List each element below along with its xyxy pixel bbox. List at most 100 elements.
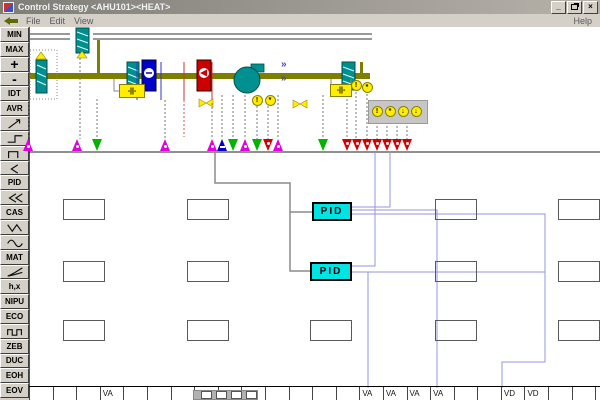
shift-icon: [4, 191, 26, 204]
sensor-icon[interactable]: !: [351, 80, 362, 91]
io-block-panel[interactable]: [193, 390, 258, 400]
toolbar-button-square-wave[interactable]: [0, 324, 29, 339]
placeholder-block[interactable]: [187, 199, 229, 220]
io-cell[interactable]: [312, 387, 336, 400]
toolbar-button-enthalpy[interactable]: h,x: [0, 279, 29, 294]
placeholder-block[interactable]: [187, 261, 229, 282]
restore-icon: [571, 4, 578, 10]
block-toolbar: MINMAX+-IDTAVRPIDCASMATh,xNIPUECOZEBDUCE…: [0, 27, 29, 398]
io-cell-va[interactable]: VA: [100, 387, 124, 400]
menu-edit[interactable]: Edit: [50, 16, 66, 26]
placeholder-block[interactable]: [435, 261, 477, 282]
io-cell[interactable]: [477, 387, 501, 400]
valve-actuator-box[interactable]: -||-: [119, 84, 145, 98]
toolbar-button-eco[interactable]: ECO: [0, 309, 29, 324]
toolbar-button-idt[interactable]: IDT: [0, 86, 29, 101]
io-cell-va[interactable]: VA: [407, 387, 431, 400]
toolbar-button-zeb[interactable]: ZEB: [0, 339, 29, 354]
connector-red-down[interactable]: [402, 139, 413, 151]
connector-magenta-up[interactable]: [240, 139, 251, 151]
connector-magenta-up[interactable]: [23, 139, 34, 151]
io-cell[interactable]: [289, 387, 313, 400]
connector-blue-up[interactable]: [217, 139, 228, 151]
connector-green-down[interactable]: [92, 139, 103, 151]
menu-help[interactable]: Help: [573, 16, 592, 26]
toolbar-button-shift[interactable]: [0, 190, 29, 205]
toolbar-button-compare[interactable]: [0, 161, 29, 176]
triangle-dot: [356, 142, 359, 145]
connector-green-down[interactable]: [228, 139, 239, 151]
toolbar-button-fan-curve[interactable]: [0, 265, 29, 280]
toolbar-button-eov[interactable]: EOV: [0, 383, 29, 398]
triangle-dot: [76, 145, 79, 148]
triangle-dot: [366, 142, 369, 145]
connector-magenta-up[interactable]: [273, 139, 284, 151]
placeholder-block[interactable]: [63, 320, 105, 341]
placeholder-block[interactable]: [435, 320, 477, 341]
toolbar-button-ramp[interactable]: [0, 116, 29, 131]
connector-green-down[interactable]: [318, 139, 329, 151]
io-cell[interactable]: [572, 387, 596, 400]
menu-view[interactable]: View: [74, 16, 93, 26]
io-cell-vd[interactable]: VD: [524, 387, 548, 400]
placeholder-block[interactable]: [558, 199, 600, 220]
io-cell[interactable]: [53, 387, 77, 400]
io-cell[interactable]: [336, 387, 360, 400]
sensor-icon[interactable]: !: [372, 106, 383, 117]
toolbar-button-sine-wave[interactable]: [0, 235, 29, 250]
toolbar-button-min[interactable]: MIN: [0, 27, 29, 42]
placeholder-block[interactable]: [63, 261, 105, 282]
application-window: Control Strategy <AHU101><HEAT> _ × File…: [0, 0, 600, 400]
sensor-icon[interactable]: !: [252, 95, 263, 106]
io-cell-va[interactable]: VA: [383, 387, 407, 400]
toolbar-button-subtract[interactable]: -: [0, 72, 29, 87]
io-cell[interactable]: [147, 387, 171, 400]
io-cell-va[interactable]: VA: [359, 387, 383, 400]
sensor-icon[interactable]: *: [385, 106, 396, 117]
toolbar-button-cascade[interactable]: CAS: [0, 205, 29, 220]
io-cell[interactable]: [29, 387, 53, 400]
pid-block[interactable]: PID: [312, 202, 352, 221]
minimize-button[interactable]: _: [551, 1, 566, 14]
toolbar-button-mat[interactable]: MAT: [0, 250, 29, 265]
connector-green-down[interactable]: [252, 139, 263, 151]
connector-magenta-up[interactable]: [160, 139, 171, 151]
sensor-icon[interactable]: ↓: [411, 106, 422, 117]
placeholder-block[interactable]: [63, 199, 105, 220]
toolbar-button-avr[interactable]: AVR: [0, 101, 29, 116]
toolbar-button-pid[interactable]: PID: [0, 175, 29, 190]
triangle-dot: [164, 145, 167, 148]
toolbar-button-duc[interactable]: DUC: [0, 354, 29, 369]
close-button[interactable]: ×: [583, 1, 598, 14]
io-cell[interactable]: [123, 387, 147, 400]
placeholder-block[interactable]: [435, 199, 477, 220]
restore-button[interactable]: [567, 1, 582, 14]
io-cell[interactable]: [171, 387, 195, 400]
io-cell[interactable]: [76, 387, 100, 400]
io-cell-va[interactable]: VA: [430, 387, 454, 400]
triangle-shape: [382, 139, 392, 151]
toolbar-button-triangle-wave[interactable]: [0, 220, 29, 235]
placeholder-block[interactable]: [187, 320, 229, 341]
toolbar-button-max[interactable]: MAX: [0, 42, 29, 57]
connector-magenta-up[interactable]: [72, 139, 83, 151]
io-cell[interactable]: [265, 387, 289, 400]
placeholder-block[interactable]: [558, 261, 600, 282]
placeholder-block[interactable]: [558, 320, 600, 341]
toolbar-button-add[interactable]: +: [0, 57, 29, 72]
io-cell[interactable]: [548, 387, 572, 400]
io-cell-vd[interactable]: VD: [501, 387, 525, 400]
valve-actuator-box[interactable]: -||-: [330, 84, 352, 97]
io-cell[interactable]: [595, 387, 600, 400]
sensor-icon[interactable]: *: [362, 82, 373, 93]
sensor-icon[interactable]: *: [265, 95, 276, 106]
triangle-shape: [402, 139, 412, 151]
toolbar-button-eoh[interactable]: EOH: [0, 368, 29, 383]
toolbar-button-nipu[interactable]: NIPU: [0, 294, 29, 309]
back-arrow-icon[interactable]: [4, 17, 18, 25]
sensor-icon[interactable]: ↓: [398, 106, 409, 117]
io-cell[interactable]: [454, 387, 478, 400]
menu-file[interactable]: File: [26, 16, 41, 26]
placeholder-block[interactable]: [310, 320, 352, 341]
pid-block[interactable]: PID: [310, 262, 352, 281]
